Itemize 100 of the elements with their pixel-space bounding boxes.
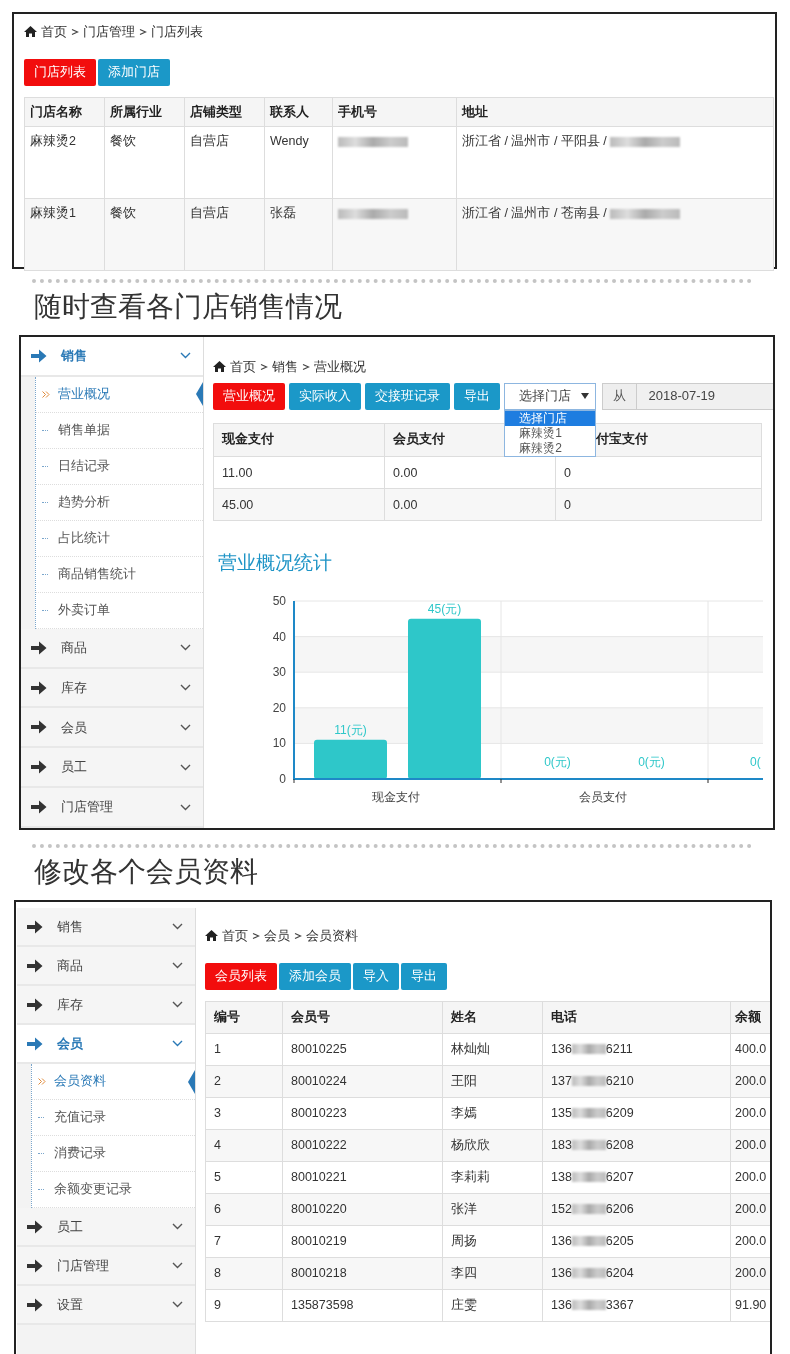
breadcrumb-item[interactable]: 销售 [272,357,298,377]
breadcrumb-item: 营业概况 [314,358,366,376]
table-cell: 45.00 [213,488,385,520]
date-field[interactable]: 2018-07-19 [636,382,773,410]
tab-button[interactable]: 门店列表 [24,58,96,86]
table-cell: 0 [555,456,762,488]
menu-label: 设置 [57,1295,84,1314]
table-cell: 9 [205,1289,283,1321]
submenu-item[interactable]: 充值记录 [32,1100,195,1136]
submenu-item[interactable]: 消费记录 [32,1136,195,1172]
category-label: 会员支付 [578,790,627,804]
submenu-item[interactable]: 营业概况 [36,376,203,413]
value-label: 0(元) [544,755,571,769]
submenu-label: 充值记录 [54,1109,106,1127]
axis-tick-label: 50 [272,594,286,608]
submenu-item[interactable]: 销售单据 [36,412,203,449]
submenu-item[interactable]: 占比统计 [36,520,203,557]
home-icon [213,361,226,373]
table-cell: 4 [205,1129,283,1161]
phone-prefix: 136 [551,1296,572,1314]
submenu-label: 消费记录 [54,1145,106,1163]
value-label: 45(元) [427,601,462,616]
breadcrumb-item: 会员资料 [306,927,358,945]
phone-prefix: 136 [551,1040,572,1058]
phone-suffix: 6209 [605,1104,634,1122]
chart-title: 营业概况统计 [218,550,333,575]
phone-suffix: 6207 [605,1168,634,1186]
column-header: 姓名 [442,1001,543,1033]
table-cell: 餐饮 [104,126,185,199]
column-header: 联系人 [264,97,333,127]
table-cell: 80010221 [282,1161,443,1193]
table-cell: 80010225 [282,1033,443,1065]
submenu-label: 日结记录 [58,457,110,475]
arrow-icon [27,1297,43,1312]
menu-item[interactable]: 会员 [17,1025,195,1064]
submenu-item[interactable]: 外卖订单 [36,592,203,629]
table-cell: 自营店 [184,198,265,271]
phone-suffix: 6211 [605,1040,633,1058]
chevron-icon [172,923,183,930]
table-cell: 80010219 [282,1225,443,1257]
breadcrumb-item[interactable]: 会员 [264,926,290,946]
arrow-icon [31,760,47,775]
table-cell: Wendy [264,126,333,199]
table-cell: 林灿灿 [442,1033,543,1065]
phone-suffix: 6204 [605,1264,634,1282]
table-cell: 0.00 [384,456,556,488]
arrow-icon [27,1219,43,1234]
separator-icon [260,362,268,371]
submenu-label: 商品销售统计 [58,565,136,583]
phone-prefix: 152 [551,1200,572,1218]
column-header: 地址 [456,97,774,127]
breadcrumb-item[interactable]: 首页 [230,357,256,377]
dropdown-option[interactable]: 选择门店 [505,410,596,426]
phone-prefix: 137 [551,1072,572,1090]
section-heading: 随时查看各门店销售情况 [34,290,343,324]
chevron-icon [180,644,191,652]
menu-label: 销售 [61,347,88,366]
table-cell: 庄雯 [442,1289,543,1321]
submenu-item[interactable]: 日结记录 [36,448,203,485]
chevron-icon [172,962,183,969]
table-cell: 11.00 [213,456,385,488]
submenu-label: 营业概况 [58,385,110,403]
tab-button[interactable]: 会员列表 [205,962,277,990]
tab-button[interactable]: 营业概况 [213,382,285,410]
phone-suffix: 6210 [605,1072,634,1090]
separator-icon [302,362,310,371]
table-cell: 张磊 [264,198,333,271]
menu-label: 门店管理 [61,798,114,817]
breadcrumb-item[interactable]: 首页 [222,926,248,946]
chevron-icon [172,1040,183,1047]
submenu-item[interactable]: 趋势分析 [36,484,203,521]
chevron-icon [172,1262,183,1269]
breadcrumb-item[interactable]: 门店管理 [83,22,135,42]
phone-prefix: 135 [551,1104,572,1122]
submenu-item[interactable]: 会员资料 [32,1064,195,1100]
arrow-icon [31,640,47,655]
value-label: 0(元) [638,755,665,769]
axis-tick-label: 10 [272,736,286,751]
store-select[interactable]: 选择门店 [504,382,597,410]
menu-item[interactable]: 销售 [21,337,203,377]
breadcrumb-item[interactable]: 首页 [41,22,67,42]
submenu-label: 余额变更记录 [54,1181,132,1199]
chevron-icon [180,763,191,771]
table-cell: 80010218 [282,1257,443,1289]
double-chevron-icon [42,390,50,398]
table-cell: 麻辣烫2 [24,126,105,199]
menu-label: 库存 [61,678,88,697]
submenu-label: 会员资料 [54,1073,106,1091]
home-icon [205,930,218,942]
value-label: 11(元) [334,722,367,737]
column-header: 余额 [730,1001,770,1033]
table-cell: 李四 [442,1257,543,1289]
table-cell: 0 [555,488,762,520]
table-cell: 1 [205,1033,283,1065]
phone-prefix: 136 [551,1264,572,1282]
submenu-item[interactable]: 商品销售统计 [36,556,203,593]
submenu-label: 销售单据 [58,421,110,439]
table-cell: 6 [205,1193,283,1225]
table-cell: 5 [205,1161,283,1193]
table-cell: 3 [205,1097,283,1129]
